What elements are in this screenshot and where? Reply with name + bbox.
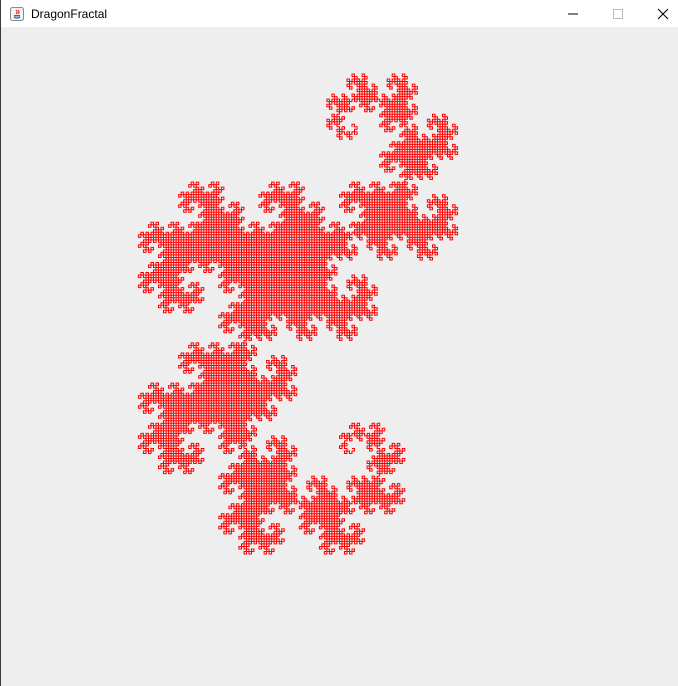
minimize-icon — [567, 13, 578, 14]
app-window: DragonFractal — [0, 0, 678, 686]
close-icon — [657, 8, 668, 19]
maximize-icon — [612, 8, 623, 19]
close-button[interactable] — [640, 0, 678, 27]
minimize-button[interactable] — [550, 0, 595, 27]
title-bar[interactable]: DragonFractal — [1, 0, 678, 27]
java-app-icon — [10, 6, 24, 21]
dragon-curve-path — [137, 73, 459, 555]
maximize-button[interactable] — [595, 0, 640, 27]
window-title: DragonFractal — [31, 6, 108, 21]
drawing-canvas — [1, 27, 678, 686]
dragon-fractal — [137, 73, 459, 555]
